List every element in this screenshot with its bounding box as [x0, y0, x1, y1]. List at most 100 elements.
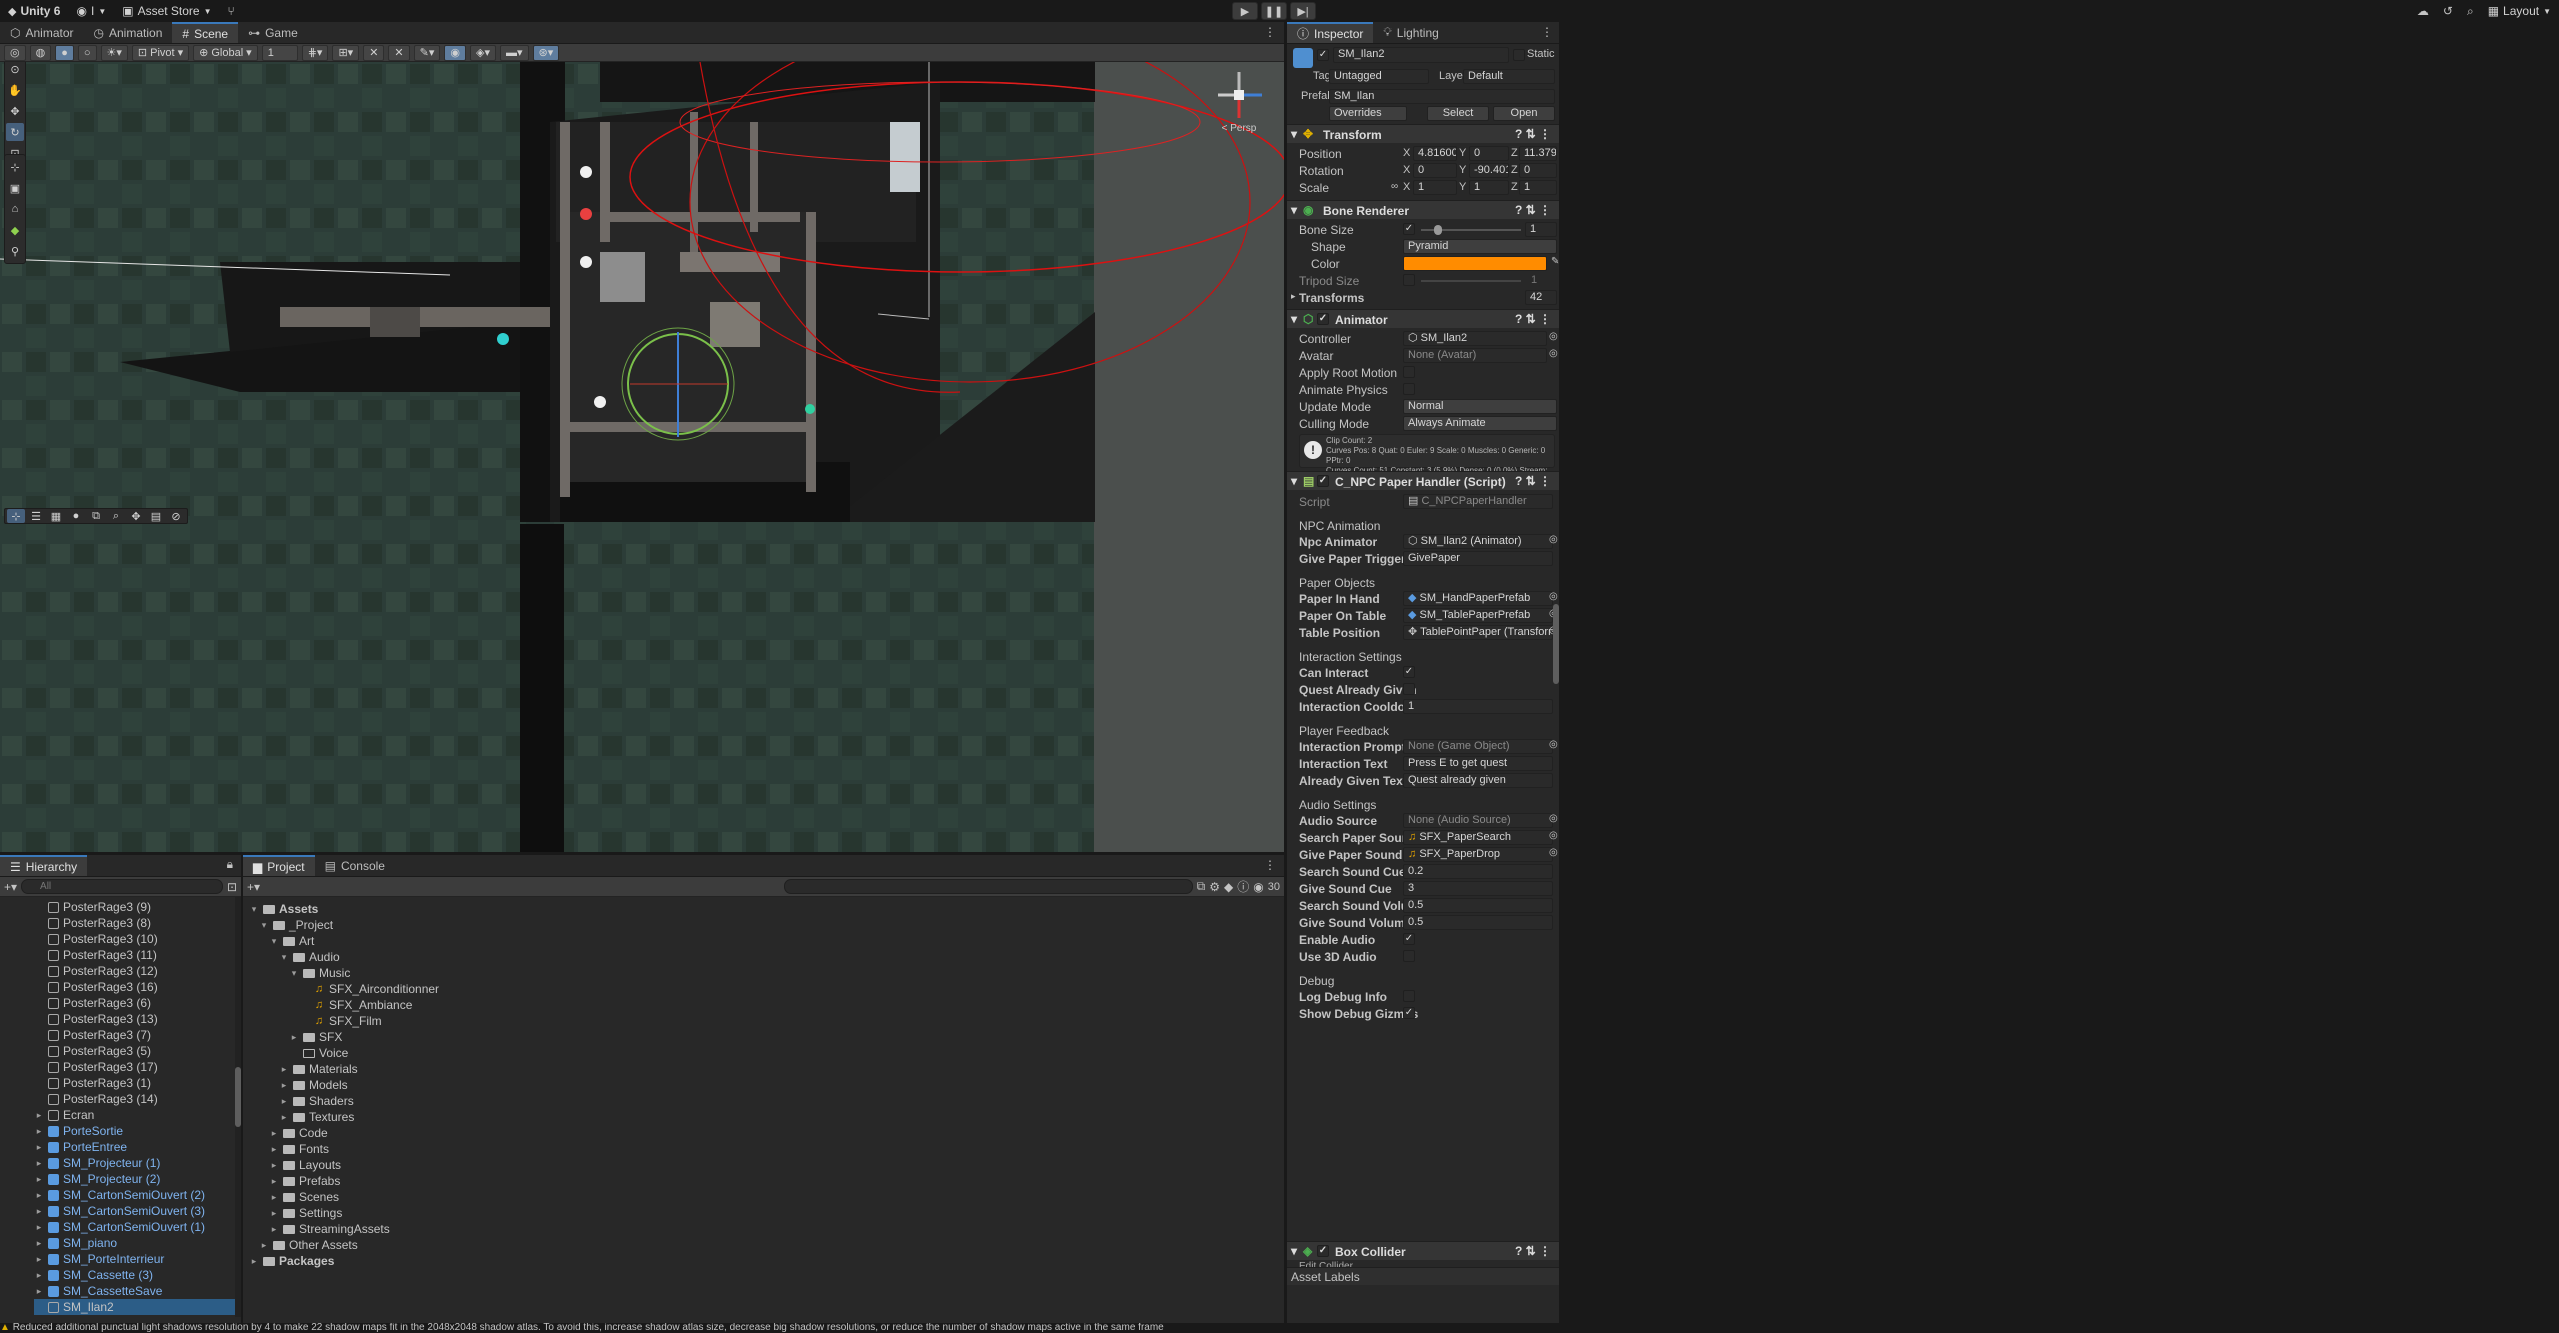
custom-tool-icon[interactable]: ⊹ — [6, 158, 24, 176]
show-gizmos-checkbox[interactable]: ✓ — [1403, 1007, 1415, 1019]
expand-arrow-icon[interactable]: ▸ — [249, 1253, 259, 1269]
project-item[interactable]: ▾ Audio — [249, 949, 1284, 965]
project-item[interactable]: ▸ Packages — [249, 1253, 1284, 1269]
shape-dropdown[interactable]: Pyramid — [1403, 239, 1557, 254]
object-picker-icon[interactable]: ◎ — [1549, 830, 1558, 841]
object-picker-icon[interactable]: ◎ — [1549, 591, 1558, 602]
transform-header[interactable]: ▾ ✥ Transform ? ⇅ ⋮ — [1287, 124, 1559, 143]
expand-arrow-icon[interactable]: ▸ — [259, 1237, 269, 1253]
hierarchy-item[interactable]: PosterRage3 (5) — [34, 1043, 241, 1059]
hierarchy-item[interactable]: ▸ SM_piano — [34, 1235, 241, 1251]
hierarchy-item[interactable]: ▸ PorteEntree — [34, 1139, 241, 1155]
rotate-tool-icon[interactable]: ↻ — [6, 123, 24, 141]
object-picker-icon[interactable]: ◎ — [1549, 813, 1558, 824]
hierarchy-item[interactable]: ▸ SM_PorteInterrieur — [34, 1251, 241, 1267]
update-mode-dropdown[interactable]: Normal — [1403, 399, 1557, 414]
hierarchy-item[interactable]: PosterRage3 (14) — [34, 1091, 241, 1107]
scale-z-field[interactable]: 1 — [1519, 180, 1557, 195]
active-checkbox[interactable]: ✓ — [1317, 49, 1329, 61]
expand-arrow-icon[interactable]: ▸ — [269, 1125, 279, 1141]
hierarchy-item[interactable]: PosterRage3 (16) — [34, 979, 241, 995]
hierarchy-item[interactable]: PosterRage3 (12) — [34, 963, 241, 979]
scene-filter-icon[interactable]: ⧉ — [1197, 879, 1206, 894]
transforms-count-field[interactable]: 42 — [1525, 290, 1557, 305]
expand-arrow-icon[interactable]: ▸ — [269, 1221, 279, 1237]
move-overlay-icon[interactable]: ✥ — [127, 509, 145, 523]
fx-toggle-icon[interactable]: ✕ — [388, 44, 410, 61]
expand-arrow-icon[interactable]: ▾ — [259, 917, 269, 933]
expand-arrow-icon[interactable]: ▸ — [34, 1155, 44, 1171]
component-menu-icon[interactable]: ? ⇅ ⋮ — [1515, 474, 1551, 488]
expand-arrow-icon[interactable]: ▸ — [34, 1139, 44, 1155]
expand-arrow-icon[interactable]: ▸ — [269, 1205, 279, 1221]
position-x-field[interactable]: 4.816003 — [1413, 146, 1457, 161]
project-item[interactable]: ▸ Settings — [249, 1205, 1284, 1221]
expand-arrow-icon[interactable]: ▸ — [34, 1251, 44, 1267]
expand-arrow-icon[interactable]: ▾ — [279, 949, 289, 965]
expand-arrow-icon[interactable]: ▸ — [34, 1235, 44, 1251]
project-item[interactable]: ♫ SFX_Ambiance — [249, 997, 1284, 1013]
expand-arrow-icon[interactable]: ▸ — [269, 1141, 279, 1157]
transforms-row[interactable]: ▸ Transforms 42 — [1287, 289, 1559, 306]
snap-overlay-icon[interactable]: ⊹ — [7, 509, 25, 523]
hierarchy-item[interactable]: PosterRage3 (17) — [34, 1059, 241, 1075]
avatar-field[interactable]: None (Avatar) — [1403, 348, 1547, 363]
hierarchy-search-input[interactable]: All — [21, 879, 223, 894]
animator-enabled-checkbox[interactable]: ✓ — [1317, 313, 1329, 325]
expand-arrow-icon[interactable]: ▸ — [34, 1267, 44, 1283]
hierarchy-item[interactable]: SM_Ilan2 — [34, 1299, 241, 1315]
object-picker-icon[interactable]: ◎ — [1549, 348, 1558, 359]
component-menu-icon[interactable]: ? ⇅ ⋮ — [1515, 203, 1551, 217]
project-item[interactable]: ▸ Layouts — [249, 1157, 1284, 1173]
hierarchy-item[interactable]: PosterRage3 (13) — [34, 1011, 241, 1027]
gizmos-icon[interactable]: ⊛▾ — [532, 44, 560, 61]
cooldown-field[interactable]: 1 — [1403, 699, 1553, 714]
color-swatch[interactable] — [1403, 256, 1547, 271]
project-item[interactable]: ▸ StreamingAssets — [249, 1221, 1284, 1237]
project-item[interactable]: ▸ Scenes — [249, 1189, 1284, 1205]
snap-icon[interactable]: ⋕▾ — [301, 44, 329, 61]
cube-tool-icon[interactable]: ◆ — [6, 221, 24, 239]
audio-toggle-icon[interactable]: ✕ — [363, 44, 385, 61]
animator-header[interactable]: ▾ ⬡ ✓ Animator ? ⇅ ⋮ — [1287, 309, 1559, 328]
tab-project[interactable]: ▆ Project — [243, 855, 315, 876]
magnify-icon[interactable]: ⌕ — [107, 509, 125, 523]
shaded-icon[interactable]: ● — [55, 44, 74, 61]
component-menu-icon[interactable]: ? ⇅ ⋮ — [1515, 127, 1551, 141]
search-sound-field[interactable]: ♫ SFX_PaperSearch — [1403, 830, 1553, 845]
tag-dropdown[interactable]: Untagged — [1329, 69, 1429, 84]
use-3d-audio-checkbox[interactable] — [1403, 950, 1415, 962]
label-filter-icon[interactable]: ◆ — [1224, 880, 1233, 894]
bone-size-checkbox[interactable]: ✓ — [1403, 223, 1415, 235]
effects-icon[interactable]: ☀▾ — [100, 44, 128, 61]
sphere-icon[interactable]: ● — [67, 509, 85, 523]
link-icon[interactable]: ∞ — [1391, 181, 1398, 192]
tab-game[interactable]: ⊶ Game — [238, 22, 308, 43]
more-options-icon[interactable]: ⋮ — [1256, 25, 1284, 43]
project-item[interactable]: ♫ SFX_Film — [249, 1013, 1284, 1029]
bone-size-field[interactable]: 1 — [1525, 222, 1557, 237]
expand-arrow-icon[interactable]: ▾ — [289, 965, 299, 981]
can-interact-checkbox[interactable]: ✓ — [1403, 666, 1415, 678]
hierarchy-item[interactable]: PosterRage3 (1) — [34, 1075, 241, 1091]
box-collider-header[interactable]: ▾ ◈ ✓ Box Collider ? ⇅ ⋮ — [1287, 1241, 1559, 1260]
type-filter-icon[interactable]: ⚙ — [1209, 880, 1220, 894]
wireframe-icon[interactable]: ○ — [77, 44, 97, 61]
hierarchy-item[interactable]: ▸ SM_Projecteur (1) — [34, 1155, 241, 1171]
search-cue-field[interactable]: 0.2 — [1403, 864, 1553, 879]
inspector-scrollbar[interactable] — [1553, 604, 1559, 684]
expand-arrow-icon[interactable]: ▸ — [34, 1123, 44, 1139]
eye-count-icon[interactable]: ◉ — [1253, 880, 1263, 894]
project-item[interactable]: ▸ Code — [249, 1125, 1284, 1141]
tab-animation[interactable]: ◷ Animation — [84, 22, 173, 43]
hierarchy-item[interactable]: ▸ PorteSortie — [34, 1123, 241, 1139]
brush-icon[interactable]: ✎▾ — [413, 44, 441, 61]
draw-mode-icon[interactable]: ◎ — [4, 44, 26, 61]
object-picker-icon[interactable]: ◎ — [1549, 534, 1558, 545]
orientation-gizmo[interactable]: < Persp — [1214, 70, 1264, 134]
rotation-y-field[interactable]: -90.401 — [1469, 163, 1509, 178]
expand-arrow-icon[interactable]: ▸ — [34, 1171, 44, 1187]
hierarchy-item[interactable]: ▸ SM_Cassette (3) — [34, 1267, 241, 1283]
table-position-field[interactable]: ✥ TablePointPaper (Transform) — [1403, 625, 1553, 640]
account-dropdown[interactable]: ◉ I ▼ — [68, 0, 114, 22]
